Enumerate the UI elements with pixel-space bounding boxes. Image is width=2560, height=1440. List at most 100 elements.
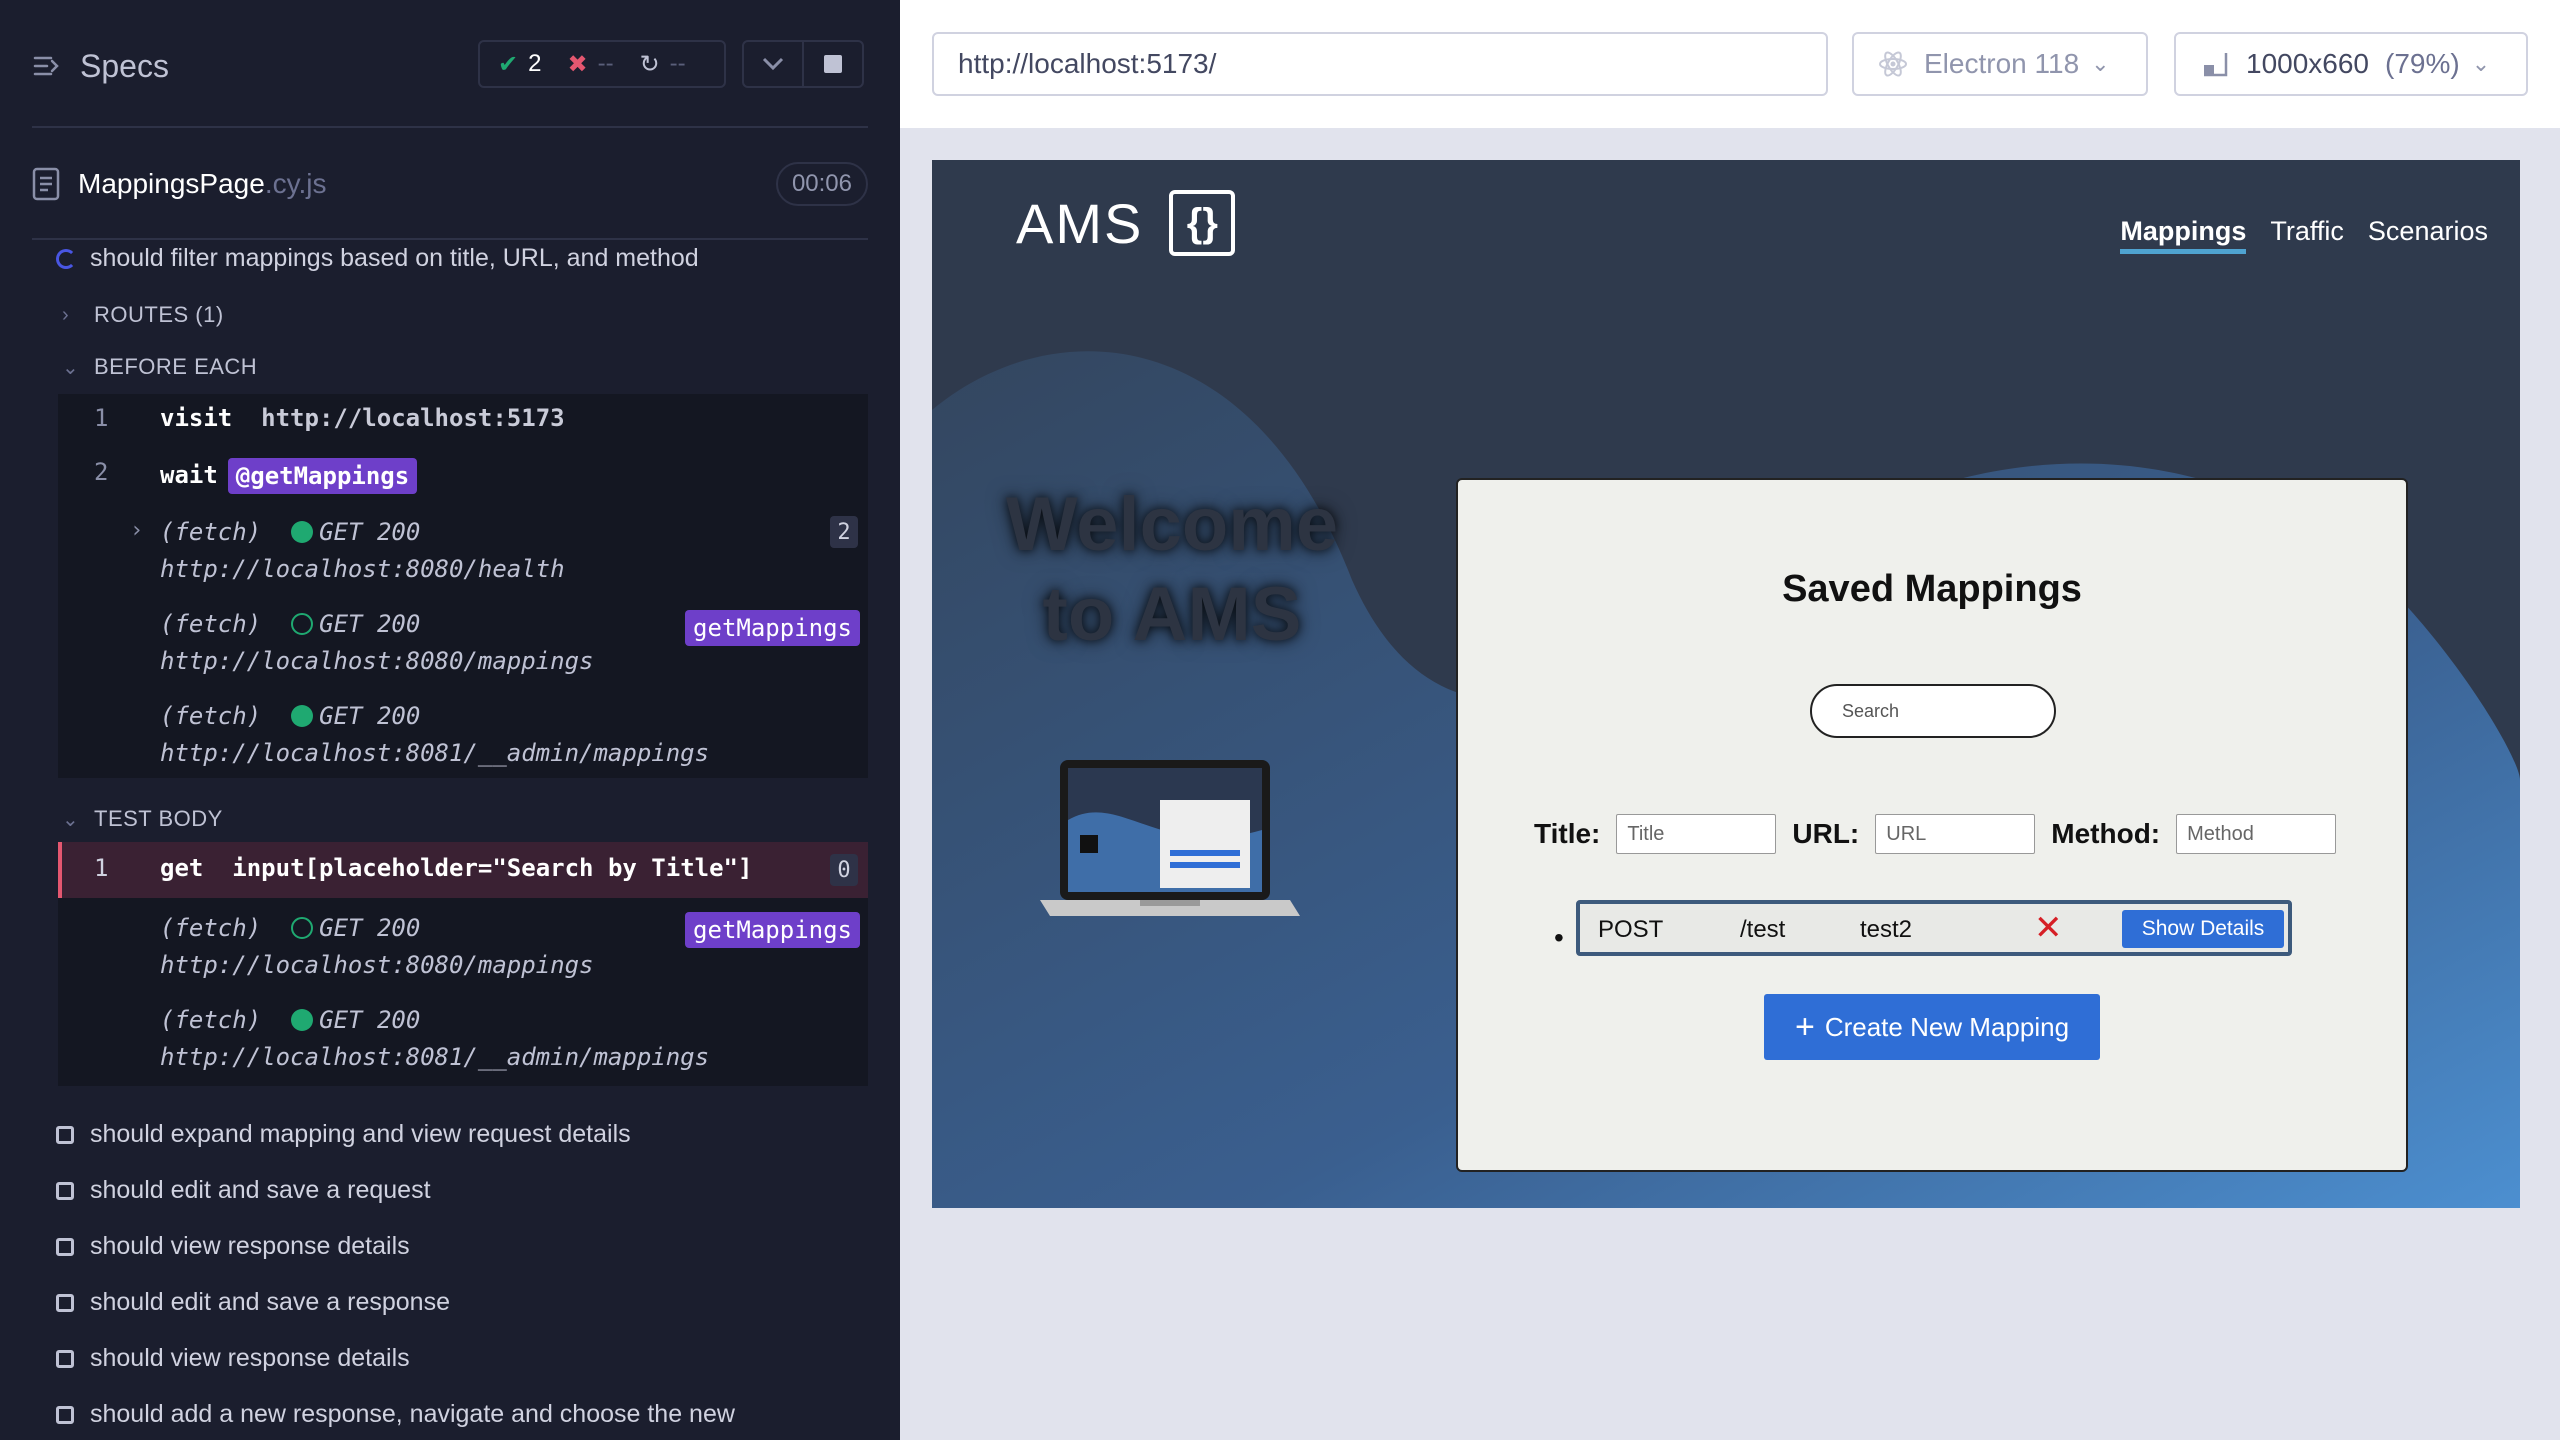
saved-mappings-card: Saved Mappings Search Title: Title URL: … [1456,478,2408,1172]
command-arg: input[placeholder="Search by Title"] [232,854,753,882]
welcome-heading: Welcome to AMS [1005,482,1339,657]
passed-stat: ✔ 2 [498,50,541,79]
mapping-list-item[interactable]: POST /test test2 ✕ Show Details [1576,900,2292,956]
app-frame: AMS {} Mappings Traffic Scenarios Welcom… [932,160,2520,1208]
spec-duration: 00:06 [775,162,868,206]
test-item-label: should view response details [90,1232,410,1260]
test-item[interactable]: should add a new response, navigate and … [56,1400,735,1429]
collapse-button[interactable] [742,40,804,88]
before-each-label: BEFORE EACH [94,354,258,379]
command-number: 1 [94,404,109,432]
running-test-title[interactable]: should filter mappings based on title, U… [56,244,699,273]
status-dot-icon [291,1009,314,1031]
fetch-log[interactable]: (fetch) GET 200 http://localhost:8081/__a… [160,1002,709,1076]
test-item[interactable]: should edit and save a request [56,1176,431,1205]
fetch-log[interactable]: (fetch) GET 200 http://localhost:8080/hea… [160,514,565,588]
active-command-row[interactable]: 1 get input[placeholder="Search by Title… [58,842,868,898]
chevron-down-icon: ⌄ [62,808,80,831]
specs-title: Specs [80,47,169,84]
mapping-title: test2 [1860,916,1913,943]
url-filter-label: URL: [1792,818,1860,849]
divider [32,238,868,240]
app-nav: Mappings Traffic Scenarios [2096,216,2488,254]
chevron-down-icon: ⌄ [2471,51,2491,76]
chevron-down-icon: ⌄ [62,356,80,379]
test-body-toggle[interactable]: ⌄ TEST BODY [62,806,223,832]
stop-icon [824,55,842,73]
test-item-label: should edit and save a request [90,1176,431,1204]
method-filter-input[interactable]: Method [2176,814,2337,854]
fetch-url: http://localhost:8081/__admin/mappings [160,1043,710,1071]
viewport-selector[interactable]: 1000x660 (79%) ⌄ [2174,32,2528,96]
test-item[interactable]: should expand mapping and view request d… [56,1120,631,1149]
url-bar[interactable]: http://localhost:5173/ [932,32,1828,96]
electron-icon [1879,51,1907,77]
filter-row: Title: Title URL: URL Method: Method [1534,814,2352,854]
viewport-scale: (79%) [2385,48,2460,79]
create-mapping-button[interactable]: + Create New Mapping [1764,994,2100,1060]
routes-toggle[interactable]: › ROUTES (1) [62,302,224,328]
chevron-down-icon [762,57,784,71]
fetch-url: http://localhost:8080/mappings [160,951,594,979]
failed-stat: ✖ -- [567,50,613,79]
command-name: wait @getMappings [160,458,418,494]
fetch-log[interactable]: (fetch) GET 200 http://localhost:8080/map… [160,606,593,680]
app-logo[interactable]: AMS {} [1016,190,1236,256]
command-arg: http://localhost:5173 [261,404,565,432]
test-item-label: should expand mapping and view request d… [90,1120,631,1148]
viewport-size: 1000x660 [2246,48,2370,79]
url-text: http://localhost:5173/ [958,48,1217,79]
fetch-log[interactable]: (fetch) GET 200 http://localhost:8080/map… [160,910,593,984]
fetch-log[interactable]: (fetch) GET 200 http://localhost:8081/__a… [160,698,709,772]
before-each-commands: 1 visit http://localhost:5173 2 wait @get… [58,394,868,778]
stop-button[interactable] [802,40,864,88]
alias-badge[interactable]: getMappings [685,912,860,948]
spec-file-row[interactable]: MappingsPage .cy.js 00:06 [32,160,868,208]
app-under-test-area: http://localhost:5173/ Electron 118 ⌄ 10… [900,0,2560,1440]
alias-badge[interactable]: getMappings [685,610,860,646]
mapping-method: POST [1598,916,1664,943]
fetch-count-badge: 2 [830,516,858,548]
plus-icon: + [1794,1007,1815,1046]
list-bullet: • [1554,922,1564,953]
chevron-right-icon: › [62,303,70,326]
specs-toggle[interactable]: Specs [32,42,169,90]
status-dot-icon [291,521,314,543]
specs-icon [33,56,59,76]
alias-badge[interactable]: @getMappings [227,458,418,494]
command-name: get input[placeholder="Search by Title"] [160,854,753,882]
chevron-right-icon[interactable]: › [130,518,143,543]
nav-scenarios[interactable]: Scenarios [2368,216,2488,254]
create-mapping-label: Create New Mapping [1824,1011,2070,1042]
command-number: 2 [94,458,109,486]
test-item[interactable]: should view response details [56,1232,410,1261]
nav-mappings[interactable]: Mappings [2120,216,2247,254]
url-filter-input[interactable]: URL [1875,814,2036,854]
fetch-url: http://localhost:8080/health [160,555,565,583]
delete-icon[interactable]: ✕ [2034,908,2063,948]
nav-traffic[interactable]: Traffic [2270,216,2344,254]
browser-name: Electron 118 [1924,48,2080,79]
fetch-url: http://localhost:8080/mappings [160,647,594,675]
check-icon: ✔ [498,50,519,78]
title-filter-input[interactable]: Title [1616,814,1777,854]
pending-checkbox-icon [56,1349,74,1368]
show-details-button[interactable]: Show Details [2122,910,2284,948]
test-item[interactable]: should view response details [56,1344,410,1373]
running-spinner-icon [56,248,76,269]
card-title: Saved Mappings [1782,568,2082,610]
element-count-badge: 0 [830,854,858,886]
browser-selector[interactable]: Electron 118 ⌄ [1852,32,2148,96]
spec-file-name: MappingsPage [78,168,265,199]
search-input[interactable]: Search [1810,684,2056,738]
before-each-toggle[interactable]: ⌄ BEFORE EACH [62,354,257,380]
routes-label: ROUTES (1) [94,302,224,327]
pending-checkbox-icon [56,1181,74,1200]
status-dot-icon [291,705,314,727]
test-item[interactable]: should edit and save a response [56,1288,450,1317]
spinner-icon: ↻ [639,50,660,78]
title-filter-label: Title: [1534,818,1601,849]
spec-file-ext: .cy.js [264,168,327,199]
x-icon: ✖ [567,50,588,78]
test-item-label: should view response details [90,1344,410,1372]
